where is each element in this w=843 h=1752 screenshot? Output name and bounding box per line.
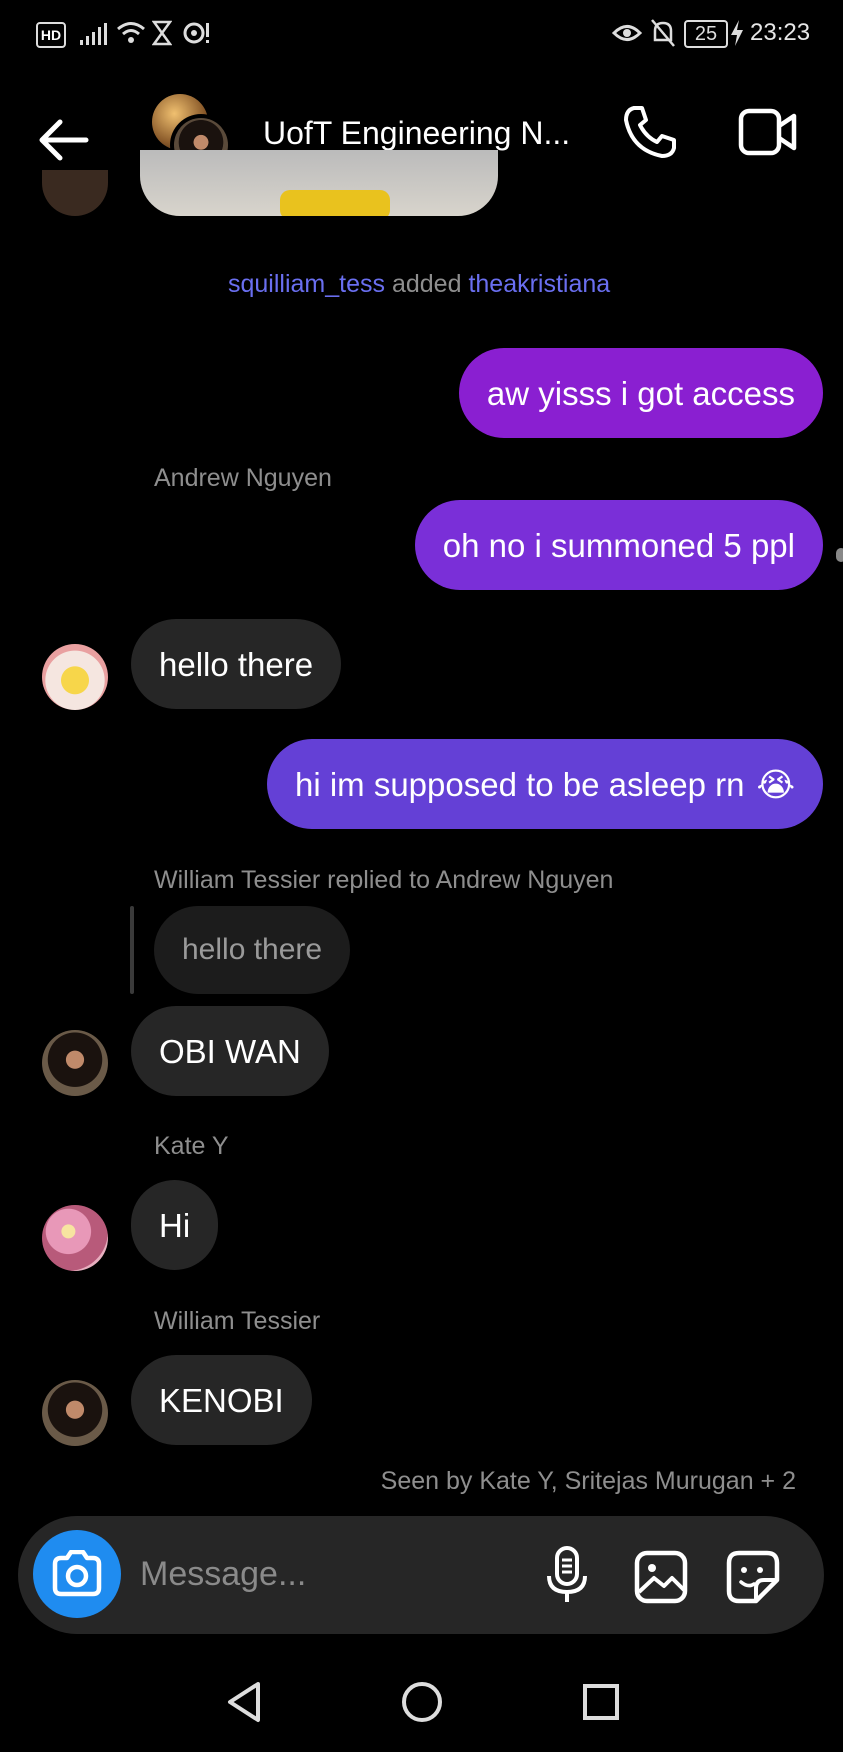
flowers-avatar[interactable] — [42, 1205, 108, 1271]
reply-label: William Tessier replied to Andrew Nguyen — [154, 866, 614, 894]
read-receipt-dot — [836, 548, 843, 562]
hourglass-icon — [152, 20, 172, 46]
battery-indicator: 25 — [684, 20, 728, 48]
arrow-left-icon[interactable] — [36, 118, 92, 162]
wifi-icon — [117, 22, 145, 43]
circle-home-icon[interactable] — [400, 1680, 444, 1724]
sender-label: Andrew Nguyen — [154, 464, 332, 492]
message-composer — [18, 1516, 824, 1634]
quoted-message[interactable]: hello there — [154, 906, 351, 994]
chat-title[interactable]: UofT Engineering N... — [263, 115, 570, 152]
message-input[interactable]: Message... — [140, 1555, 306, 1594]
sender-label: Kate Y — [154, 1132, 229, 1160]
video-camera-icon[interactable] — [738, 108, 798, 158]
reply-quote-bar — [130, 906, 134, 994]
microphone-icon[interactable] — [545, 1546, 589, 1606]
hd-badge: HD — [36, 22, 66, 48]
incoming-message[interactable]: hello there — [131, 619, 342, 709]
username-link-target[interactable]: theakristiana — [468, 270, 610, 298]
username-link-actor[interactable]: squilliam_tess — [228, 270, 385, 298]
square-recents-icon[interactable] — [581, 1682, 621, 1722]
triangle-back-icon[interactable] — [224, 1680, 264, 1724]
pikachu-avatar[interactable] — [42, 644, 108, 710]
william-avatar[interactable] — [42, 1380, 108, 1446]
avatar-partial — [42, 170, 108, 216]
outgoing-message[interactable]: oh no i summoned 5 ppl — [414, 500, 823, 590]
bell-muted-icon — [651, 19, 675, 47]
sticker-icon[interactable] — [726, 1550, 780, 1604]
clock: 23:23 — [750, 19, 811, 46]
camera-icon — [52, 1550, 102, 1597]
system-message: squilliam_tess added theakristiana — [228, 270, 611, 298]
shared-image-partial[interactable] — [140, 150, 498, 216]
alert-icon — [183, 22, 209, 44]
outgoing-message[interactable]: aw yisss i got access — [458, 348, 823, 438]
image-icon[interactable] — [634, 1550, 688, 1604]
charging-icon — [731, 20, 743, 46]
sender-label: William Tessier — [154, 1307, 321, 1335]
camera-button[interactable] — [33, 1530, 121, 1618]
signal-icon — [80, 23, 107, 45]
incoming-message[interactable]: OBI WAN — [131, 1006, 329, 1096]
eye-icon — [612, 25, 642, 41]
outgoing-message[interactable]: hi im supposed to be asleep rn 😭 — [266, 739, 823, 829]
incoming-message[interactable]: Hi — [131, 1180, 219, 1270]
seen-by-label: Seen by Kate Y, Sritejas Murugan + 2 — [380, 1467, 796, 1495]
william-avatar[interactable] — [42, 1030, 108, 1096]
crying-emoji: 😭 — [756, 765, 795, 803]
system-nav-bar — [0, 1660, 843, 1752]
status-bar: HD 25 23:23 — [0, 0, 843, 66]
incoming-message[interactable]: KENOBI — [131, 1355, 312, 1445]
phone-icon[interactable] — [622, 104, 678, 160]
